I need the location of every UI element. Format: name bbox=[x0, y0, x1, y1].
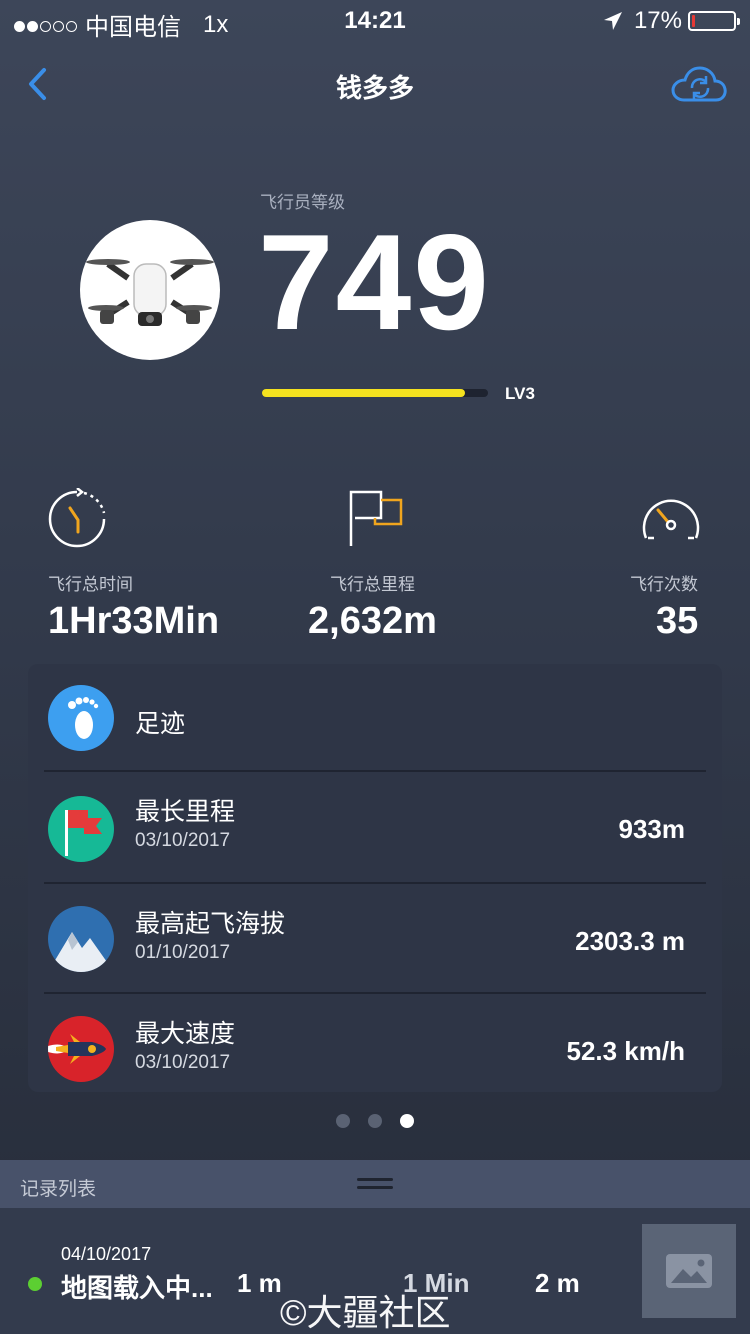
watermark: ©大疆社区 bbox=[280, 1292, 451, 1333]
navigation-bar: 钱多多 bbox=[0, 50, 750, 120]
record-row-max-speed[interactable]: 最大速度 03/10/2017 52.3 km/h bbox=[28, 994, 722, 1104]
page-title: 钱多多 bbox=[335, 73, 414, 103]
status-bar: 中国电信 1x 14:21 17% bbox=[0, 0, 750, 41]
record-distance: 1 m bbox=[237, 1268, 282, 1298]
mountain-icon bbox=[48, 906, 114, 972]
record-location: 地图载入中... bbox=[61, 1273, 213, 1303]
record-list-title: 记录列表 bbox=[20, 1179, 97, 1200]
record-title: 最大速度 bbox=[135, 1020, 236, 1048]
level-progress-bar bbox=[262, 389, 488, 397]
record-date: 03/10/2017 bbox=[135, 1052, 231, 1073]
drag-handle-icon[interactable] bbox=[357, 1178, 393, 1194]
battery-icon bbox=[688, 11, 740, 31]
record-date: 01/10/2017 bbox=[135, 942, 231, 963]
level-progress-fill bbox=[262, 389, 466, 397]
record-date: 03/10/2017 bbox=[135, 830, 231, 851]
cloud-sync-icon[interactable] bbox=[670, 62, 728, 106]
total-flight-time-value: 1Hr33Min bbox=[48, 600, 220, 642]
record-value: 933m bbox=[618, 814, 686, 844]
record-row-longest-distance[interactable]: 最长里程 03/10/2017 933m bbox=[28, 772, 722, 882]
footprint-icon bbox=[48, 685, 114, 751]
location-arrow-icon bbox=[603, 12, 622, 30]
flight-count-value: 35 bbox=[656, 600, 699, 642]
status-dot bbox=[28, 1277, 42, 1291]
image-placeholder-icon bbox=[666, 1254, 712, 1288]
total-distance-value: 2,632m bbox=[308, 600, 437, 642]
record-title: 最高起飞海拔 bbox=[135, 910, 286, 938]
record-date: 04/10/2017 bbox=[61, 1244, 152, 1264]
drone-avatar bbox=[80, 220, 220, 360]
drone-icon bbox=[86, 259, 214, 326]
record-list-header[interactable]: 记录列表 bbox=[0, 1160, 750, 1208]
total-flight-time-label: 飞行总时间 bbox=[48, 575, 133, 594]
page-dot-active[interactable] bbox=[400, 1114, 414, 1128]
record-row-max-altitude[interactable]: 最高起飞海拔 01/10/2017 2303.3 m bbox=[28, 884, 722, 994]
record-height: 2 m bbox=[535, 1268, 580, 1298]
total-distance-label: 飞行总里程 bbox=[330, 575, 415, 594]
footprint-label: 足迹 bbox=[135, 710, 186, 738]
flight-count-label: 飞行次数 bbox=[630, 575, 698, 594]
battery-percent: 17% bbox=[633, 7, 682, 34]
record-title: 最长里程 bbox=[135, 798, 236, 826]
flag-icon bbox=[349, 490, 403, 546]
speedometer-icon bbox=[642, 499, 700, 540]
record-value: 52.3 km/h bbox=[566, 1036, 685, 1066]
page-indicator[interactable] bbox=[336, 1114, 432, 1128]
page-dot[interactable] bbox=[368, 1114, 382, 1128]
record-value: 2303.3 m bbox=[575, 926, 685, 956]
footprint-row[interactable]: 足迹 bbox=[28, 664, 722, 774]
page-dot[interactable] bbox=[336, 1114, 350, 1128]
record-thumbnail[interactable] bbox=[642, 1224, 736, 1318]
level-tag: LV3 bbox=[505, 384, 535, 403]
red-flag-icon bbox=[48, 796, 114, 862]
rocket-icon bbox=[48, 1016, 114, 1082]
stopwatch-icon bbox=[48, 488, 106, 548]
achievements-card: 足迹 最长里程 03/10/2017 933m 最高起飞海拔 01/10/201… bbox=[28, 664, 722, 1092]
pilot-level-value: 749 bbox=[258, 206, 491, 358]
